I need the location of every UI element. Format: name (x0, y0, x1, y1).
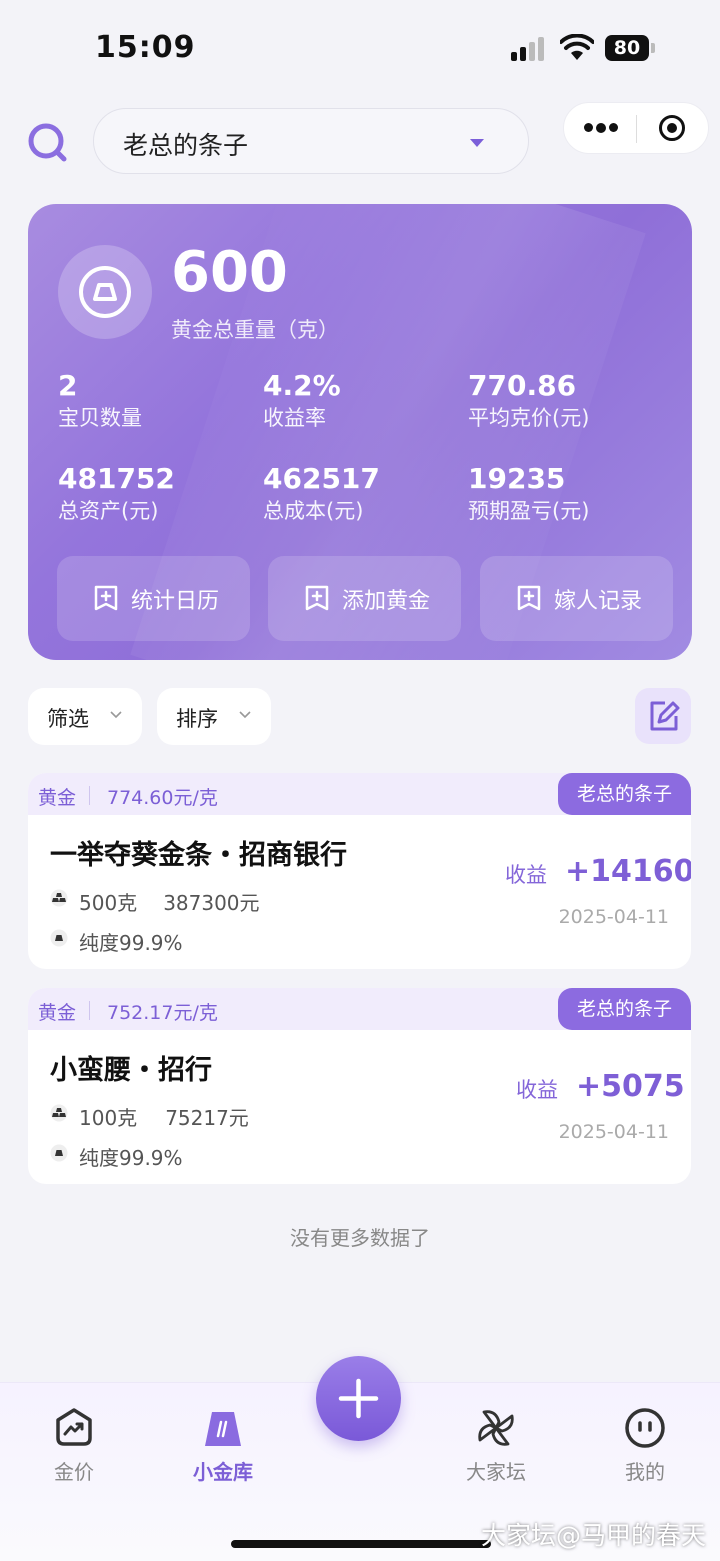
calendar-stats-button[interactable]: 统计日历 (57, 556, 250, 641)
plus-icon (338, 1378, 379, 1419)
store-selector-label: 老总的条子 (123, 131, 249, 160)
chevron-down-icon (239, 711, 251, 719)
cellular-signal-icon (511, 37, 547, 61)
filter-dropdown[interactable]: 筛选 (28, 688, 142, 745)
stat-total-assets: 481752 总资产(元) (58, 462, 175, 524)
item-unit-price: 774.60元/克 (107, 787, 218, 809)
item-weight-amount: 100克 75217元 (50, 1102, 350, 1130)
chevron-down-icon (110, 711, 122, 719)
gain-label: 收益 (516, 1078, 558, 1102)
more-icon[interactable] (584, 122, 618, 133)
gold-bar-icon (205, 1412, 241, 1446)
home-indicator (231, 1540, 491, 1548)
stat-expected-pnl: 19235 预期盈亏(元) (468, 462, 590, 524)
no-more-data: 没有更多数据了 (290, 1226, 430, 1250)
sold-records-button[interactable]: 嫁人记录 (480, 556, 673, 641)
divider (89, 786, 90, 805)
caret-down-icon (470, 139, 484, 147)
item-name: 小蛮腰・招行 (50, 1055, 212, 1086)
edit-icon (650, 701, 680, 731)
item-kind: 黄金 (38, 787, 77, 809)
add-gold-label: 添加黄金 (342, 589, 431, 614)
tab-me-label: 我的 (625, 1460, 665, 1484)
sort-dropdown[interactable]: 排序 (157, 688, 271, 745)
gold-summary-card: 600 黄金总重量（克） 2 宝贝数量 4.2% 收益率 770.86 平均克价(元)… (28, 204, 692, 660)
item-unit-price: 752.17元/克 (107, 1002, 218, 1024)
filter-label: 筛选 (47, 707, 89, 731)
face-icon (625, 1408, 665, 1448)
item-purity-row: 纯度99.9% (50, 927, 350, 955)
miniprogram-capsule (563, 102, 709, 154)
item-weight-amount: 500克 387300元 (50, 887, 350, 915)
status-time: 15:09 (95, 30, 196, 65)
tab-gold-price[interactable]: 金价 (14, 1406, 134, 1485)
stat-count: 2 宝贝数量 (58, 369, 142, 431)
total-weight-label: 黄金总重量（克） (171, 318, 339, 342)
item-store-tag: 老总的条子 (557, 773, 691, 815)
bookmark-plus-icon (305, 585, 329, 611)
tab-forum[interactable]: 大家坛 (436, 1406, 556, 1485)
tab-forum-label: 大家坛 (466, 1460, 526, 1484)
add-fab-button[interactable] (316, 1356, 401, 1441)
item-purity: 纯度99.9% (79, 931, 183, 955)
gold-item-card[interactable]: 黄金 752.17元/克 老总的条子 小蛮腰・招行 100克 75217元 纯度9… (28, 988, 691, 1184)
pinwheel-icon (478, 1410, 514, 1446)
item-date: 2025-04-11 (558, 1121, 669, 1143)
battery-tip (651, 43, 655, 53)
wifi-icon (560, 34, 594, 60)
add-gold-button[interactable]: 添加黄金 (268, 556, 461, 641)
gold-bar-small-icon (50, 1144, 68, 1162)
close-target-icon[interactable] (658, 114, 686, 142)
stat-avg-price: 770.86 平均克价(元) (468, 369, 590, 431)
stat-total-cost: 462517 总成本(元) (263, 462, 380, 524)
tab-me[interactable]: 我的 (585, 1406, 705, 1485)
capsule-divider (636, 115, 637, 143)
item-amount: 387300元 (163, 891, 260, 915)
gold-bar-small-icon (50, 929, 68, 947)
chart-up-icon (56, 1408, 92, 1446)
gold-bar-icon (58, 245, 152, 339)
gold-stack-icon (50, 1104, 68, 1122)
edit-button[interactable] (635, 688, 691, 744)
search-icon[interactable] (26, 121, 70, 165)
sort-label: 排序 (176, 707, 218, 731)
total-weight-value: 600 (171, 240, 288, 305)
bookmark-plus-icon (517, 585, 541, 611)
item-date: 2025-04-11 (558, 906, 669, 928)
tab-vault[interactable]: 小金库 (163, 1406, 283, 1485)
gold-item-card[interactable]: 黄金 774.60元/克 老总的条子 一举夺葵金条・招商银行 500克 38730… (28, 773, 691, 969)
item-kind: 黄金 (38, 1002, 77, 1024)
gain-value: +5075 (576, 1069, 685, 1104)
gain-value: +14160 (565, 854, 691, 889)
item-purity: 纯度99.9% (79, 1146, 183, 1170)
battery-indicator: 80 (605, 35, 649, 61)
tab-vault-label: 小金库 (193, 1460, 253, 1484)
gold-stack-icon (50, 889, 68, 907)
item-name: 一举夺葵金条・招商银行 (50, 840, 347, 871)
gain-label: 收益 (505, 863, 547, 887)
calendar-stats-label: 统计日历 (131, 589, 220, 614)
item-purity-row: 纯度99.9% (50, 1142, 350, 1170)
item-amount: 75217元 (165, 1106, 249, 1130)
sold-records-label: 嫁人记录 (554, 589, 643, 614)
item-weight: 500克 (79, 891, 138, 915)
bookmark-plus-icon (94, 585, 118, 611)
divider (89, 1001, 90, 1020)
stat-yield: 4.2% 收益率 (263, 369, 341, 431)
item-store-tag: 老总的条子 (557, 988, 691, 1030)
tab-gold-price-label: 金价 (54, 1460, 94, 1484)
item-weight: 100克 (79, 1106, 138, 1130)
watermark: 大家坛@马甲的春天 (480, 1521, 706, 1550)
store-selector[interactable]: 老总的条子 (93, 108, 529, 174)
